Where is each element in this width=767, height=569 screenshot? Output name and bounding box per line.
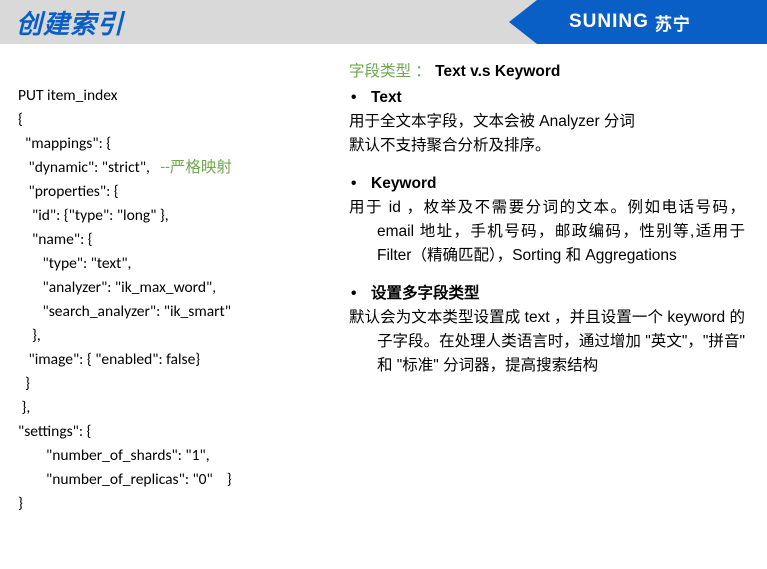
slide-content: PUT item_index { "mappings": { "dynamic"… [0,44,767,516]
description-column: 字段类型 ： Text v.s Keyword • Text 用于全文本字段，文… [343,60,757,516]
code-line: } [18,374,30,393]
code-line: }, [18,398,30,417]
code-line: "settings": { [18,422,91,441]
section-heading: 字段类型 ： Text v.s Keyword [349,60,745,84]
code-line: "analyzer": "ik_max_word", [18,278,216,297]
code-block: PUT item_index { "mappings": { "dynamic"… [18,60,343,516]
code-line: "search_analyzer": "ik_smart" [18,302,231,321]
brand-en: SUNING [569,11,649,33]
text-desc-1: 用于全文本字段，文本会被 Analyzer 分词 [349,110,745,134]
code-comment: --严格映射 [160,158,232,177]
code-line: "properties": { [18,182,119,201]
bullet-text: • Text [349,86,745,110]
code-line: "number_of_replicas": "0" } [18,470,232,489]
code-line: "mappings": { [18,134,111,153]
text-desc-2: 默认不支持聚合分析及排序。 [349,134,745,158]
section-label: 字段类型 ： [349,63,431,80]
bullet-keyword: • Keyword [349,172,745,196]
code-line: "type": "text", [18,254,131,273]
code-line: } [18,494,23,513]
bullet-icon: • [349,86,371,110]
code-line: "number_of_shards": "1", [18,446,210,465]
bullet-multifield: • 设置多字段类型 [349,282,745,306]
code-line: "dynamic": "strict", [18,158,160,177]
code-line: }, [18,326,41,345]
brand-banner: SUNING 苏宁 [537,0,767,44]
section-keyword: Text v.s Keyword [435,63,560,80]
slide-title: 创建索引 [16,4,124,41]
code-line: "id": {"type": "long" }, [18,206,169,225]
code-line: { [18,110,23,129]
code-line: "image": { "enabled": false} [18,350,200,369]
bullet-label-multi: 设置多字段类型 [371,282,480,306]
bullet-label-keyword: Keyword [371,172,436,196]
keyword-desc: 用于 id ，枚举及不需要分词的文本。例如电话号码，email 地址，手机号码，… [349,196,745,268]
slide-header: 创建索引 SUNING 苏宁 [0,0,767,44]
bullet-label-text: Text [371,86,402,110]
bullet-icon: • [349,172,371,196]
code-line: PUT item_index [18,86,117,105]
brand-text: SUNING 苏宁 [569,10,691,35]
multi-desc: 默认会为文本类型设置成 text ，并且设置一个 keyword 的子字段。在处… [349,306,745,378]
bullet-icon: • [349,282,371,306]
brand-cn: 苏宁 [655,10,691,35]
code-line: "name": { [18,230,93,249]
